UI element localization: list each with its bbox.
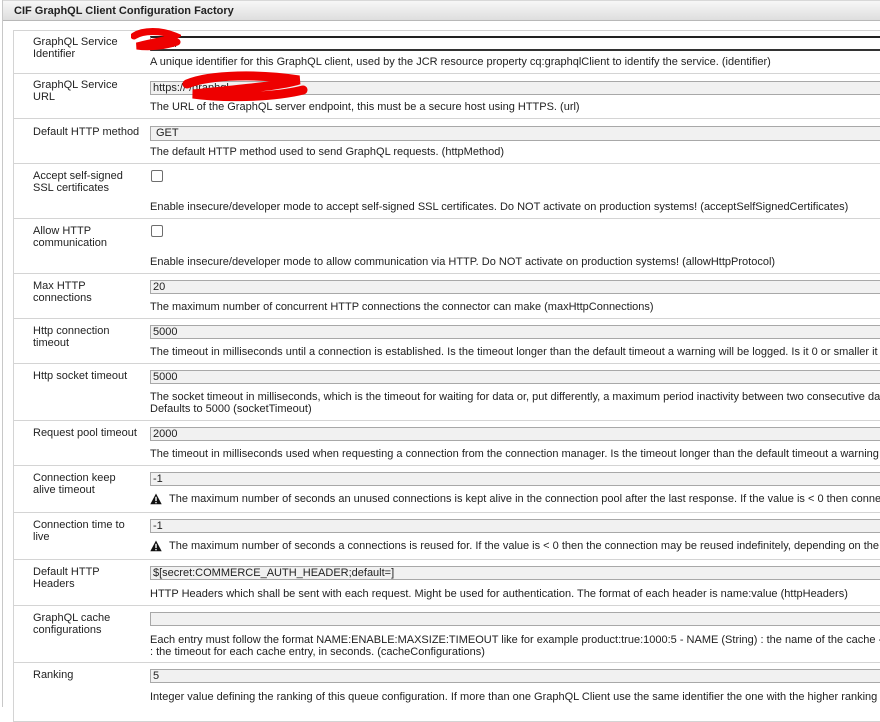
label-max-connections: Max HTTP connections xyxy=(33,280,92,304)
label-self-signed: Accept self-signed SSL certificates xyxy=(33,170,123,194)
ranking-input[interactable]: 5 xyxy=(150,669,880,683)
self-signed-checkbox[interactable] xyxy=(151,170,163,182)
row-cache-configurations: GraphQL cache configurations Each entry … xyxy=(13,605,880,662)
label-request-pool-timeout: Request pool timeout xyxy=(33,427,137,439)
label-allow-http: Allow HTTP communication xyxy=(33,225,107,249)
http-method-description: The default HTTP method used to send Gra… xyxy=(150,146,505,158)
identifier-description: A unique identifier for this GraphQL cli… xyxy=(150,56,771,68)
max-connections-description: The maximum number of concurrent HTTP co… xyxy=(150,301,654,313)
row-http-method: Default HTTP method GET The default HTTP… xyxy=(13,118,880,163)
label-ranking: Ranking xyxy=(33,669,74,681)
configuration-dialog: CIF GraphQL Client Configuration Factory… xyxy=(2,0,880,722)
dialog-title-bar[interactable]: CIF GraphQL Client Configuration Factory xyxy=(3,0,880,21)
http-method-select[interactable]: GET xyxy=(150,126,880,141)
label-connection-timeout: Http connection timeout xyxy=(33,325,110,349)
time-to-live-input[interactable]: -1 xyxy=(150,519,880,533)
label-http-method: Default HTTP method xyxy=(33,126,140,138)
row-connection-timeout: Http connection timeout 5000 The timeout… xyxy=(13,318,880,363)
row-socket-timeout: Http socket timeout 5000 The socket time… xyxy=(13,363,880,420)
label-keep-alive-timeout: Connection keep alive timeout xyxy=(33,472,116,496)
keep-alive-timeout-description: The maximum number of seconds an unused … xyxy=(169,493,880,505)
warning-triangle-icon xyxy=(150,540,162,552)
http-headers-description: HTTP Headers which shall be sent with ea… xyxy=(150,588,848,600)
row-request-pool-timeout: Request pool timeout 2000 The timeout in… xyxy=(13,420,880,465)
cache-configurations-input[interactable] xyxy=(150,612,880,626)
allow-http-description: Enable insecure/developer mode to allow … xyxy=(150,256,776,268)
request-pool-timeout-description: The timeout in milliseconds used when re… xyxy=(150,448,880,460)
connection-timeout-input[interactable]: 5000 xyxy=(150,325,880,339)
row-self-signed: Accept self-signed SSL certificates Enab… xyxy=(13,163,880,218)
self-signed-description: Enable insecure/developer mode to accept… xyxy=(150,201,849,213)
label-url: GraphQL Service URL xyxy=(33,79,118,103)
max-connections-input[interactable]: 20 xyxy=(150,280,880,294)
warning-triangle-icon xyxy=(150,493,162,505)
http-headers-input[interactable]: $[secret:COMMERCE_AUTH_HEADER;default=] xyxy=(150,566,880,580)
cache-configurations-description-2: : the timeout for each cache entry, in s… xyxy=(150,646,485,658)
socket-timeout-input[interactable]: 5000 xyxy=(150,370,880,384)
row-max-connections: Max HTTP connections 20 The maximum numb… xyxy=(13,273,880,318)
cache-configurations-description: Each entry must follow the format NAME:E… xyxy=(150,634,880,646)
label-socket-timeout: Http socket timeout xyxy=(33,370,128,382)
row-http-headers: Default HTTP Headers $[secret:COMMERCE_A… xyxy=(13,559,880,605)
socket-timeout-description: The socket timeout in milliseconds, whic… xyxy=(150,391,880,403)
row-ranking: Ranking 5 Integer value defining the ran… xyxy=(13,662,880,722)
socket-timeout-description-2: Defaults to 5000 (socketTimeout) xyxy=(150,403,312,415)
row-keep-alive-timeout: Connection keep alive timeout -1 The max… xyxy=(13,465,880,512)
redaction-mark xyxy=(182,71,308,102)
time-to-live-description: The maximum number of seconds a connecti… xyxy=(169,540,880,552)
row-allow-http: Allow HTTP communication Enable insecure… xyxy=(13,218,880,273)
identifier-input[interactable]: retail xyxy=(150,36,880,51)
label-http-headers: Default HTTP Headers xyxy=(33,566,100,590)
allow-http-checkbox[interactable] xyxy=(151,225,163,237)
dialog-title: CIF GraphQL Client Configuration Factory xyxy=(14,5,234,17)
ranking-description: Integer value defining the ranking of th… xyxy=(150,691,880,703)
label-cache-configurations: GraphQL cache configurations xyxy=(33,612,111,636)
redaction-mark xyxy=(131,28,181,51)
request-pool-timeout-input[interactable]: 2000 xyxy=(150,427,880,441)
row-time-to-live: Connection time to live -1 The maximum n… xyxy=(13,512,880,559)
label-identifier: GraphQL Service Identifier xyxy=(33,36,118,60)
row-url: GraphQL Service URL https:// /graphql Th… xyxy=(13,73,880,118)
label-time-to-live: Connection time to live xyxy=(33,519,125,543)
connection-timeout-description: The timeout in milliseconds until a conn… xyxy=(150,346,880,358)
keep-alive-timeout-input[interactable]: -1 xyxy=(150,472,880,486)
